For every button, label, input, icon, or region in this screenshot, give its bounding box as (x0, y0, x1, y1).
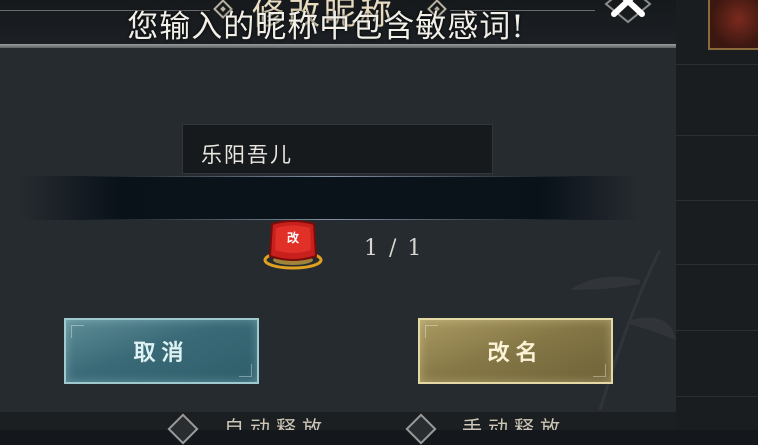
rename-card-icon: 改 (263, 220, 323, 270)
cancel-button-label: 取消 (133, 341, 190, 366)
background-auto-release-label[interactable]: 自动释放 (224, 414, 328, 430)
background-bottom-bar (0, 412, 676, 445)
toast-message: 您输入的昵称中包含敏感词! (127, 9, 525, 45)
background-panel (676, 0, 758, 430)
rename-dialog: 修改昵称 您输入的昵称中包含敏感词! 改 1 / 1 取消 (0, 0, 676, 412)
nickname-input[interactable] (182, 124, 493, 174)
background-thumbnail (708, 0, 758, 50)
cancel-button[interactable]: 取消 (64, 318, 259, 384)
svg-text:改: 改 (287, 230, 300, 245)
background-manual-release-label[interactable]: 手动释放 (462, 414, 566, 430)
sensitive-word-toast (20, 176, 640, 220)
rename-button-label: 改名 (487, 341, 544, 366)
rename-button[interactable]: 改名 (418, 318, 613, 384)
item-count: 1 / 1 (364, 236, 424, 261)
